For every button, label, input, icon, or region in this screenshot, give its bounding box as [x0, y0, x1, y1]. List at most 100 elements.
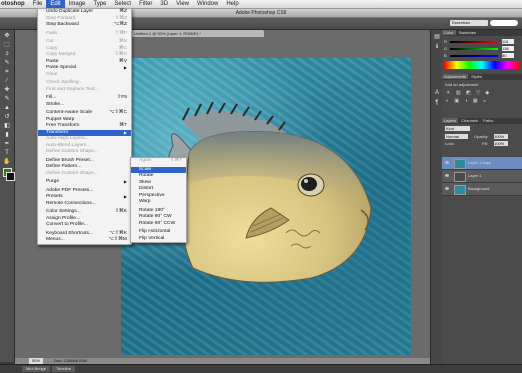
menu-image[interactable]: Image [65, 0, 90, 8]
menu-item-label: Assign Profile... [46, 215, 80, 221]
shortcut-label: ⇧⌘T [170, 158, 182, 163]
menu-item-label: Again [139, 158, 152, 163]
gradient-tool-icon[interactable]: ▮ [3, 132, 11, 139]
menu-item-remote-connections[interactable]: Remote Connections... [38, 201, 131, 208]
healing-tool-icon[interactable]: ✚ [3, 87, 11, 94]
eyedropper-tool-icon[interactable]: ⁄ [3, 78, 11, 85]
menu-item-label: Presets [46, 194, 63, 199]
move-tool-icon[interactable]: ✥ [3, 33, 11, 40]
app-menu[interactable]: otoshop [0, 0, 29, 8]
type-tool-icon[interactable]: T [3, 150, 11, 157]
layer-row[interactable]: Layer 1 copy [442, 157, 522, 170]
color-spectrum[interactable] [444, 61, 520, 69]
red-value[interactable]: 116 [502, 39, 514, 44]
adjustments-panel-tabs: Adjustments Styles [442, 74, 522, 80]
menu-item-label: Rotate 180° [139, 207, 165, 213]
menu-3d[interactable]: 3D [156, 0, 172, 8]
menu-filter[interactable]: Filter [135, 0, 156, 8]
blue-slider[interactable] [450, 55, 498, 57]
green-slider[interactable] [450, 48, 498, 50]
workspace-switcher[interactable]: Essentials [450, 20, 488, 26]
menu-item-label: Free Transform [46, 123, 80, 128]
pen-tool-icon[interactable]: ✒ [3, 141, 11, 148]
adjustment-icons-row-2[interactable]: ◐ ▣ ◑ ▦ ◒ [446, 98, 516, 104]
crop-tool-icon[interactable]: ⌗ [3, 69, 11, 76]
brush-tool-icon[interactable]: ✎ [3, 96, 11, 103]
search-field[interactable] [490, 20, 518, 26]
history-brush-tool-icon[interactable]: ↺ [3, 114, 11, 121]
menu-type[interactable]: Type [89, 0, 110, 8]
menu-item-convert-to-profile[interactable]: Convert to Profile... [38, 222, 131, 229]
background-color-swatch[interactable] [6, 172, 15, 181]
menu-item-rotate-90-ccw[interactable]: Rotate 90° CCW [131, 221, 186, 228]
tools-panel: ✥ ⬚ ↄ ✎ ⌗ ⁄ ✚ ✎ ▲ ↺ ◧ ▮ ✒ T ✋ [0, 30, 15, 362]
history-panel-icon[interactable]: ▤ [433, 34, 441, 41]
menu-item-label: Distort [139, 186, 154, 191]
quick-select-tool-icon[interactable]: ✎ [3, 60, 11, 67]
paragraph-panel-icon[interactable]: ¶ [433, 100, 441, 107]
menu-item-label: Color Settings... [46, 209, 81, 214]
menu-item-label: Define Brush Preset... [46, 157, 94, 163]
menu-item-label: Copy Merged [46, 52, 76, 57]
menu-item-stroke[interactable]: Stroke... [38, 102, 131, 109]
shortcut-label: ⇧⌘F [115, 30, 127, 36]
layer-thumbnail [454, 159, 466, 169]
tab-swatches[interactable]: Swatches [457, 30, 478, 35]
menu-item-again: Again ⇧⌘T [131, 158, 186, 165]
menu-item-label: Rotate [139, 173, 154, 178]
blend-mode-select[interactable]: Normal [445, 134, 468, 139]
visibility-eye-icon[interactable] [445, 161, 449, 164]
menu-help[interactable]: Help [222, 0, 242, 8]
rgb-label-r: R [444, 39, 447, 44]
adjustment-icons-row[interactable]: ☀ ▥ ◩ ▽ ◆ [446, 90, 516, 96]
rgb-label-b: B [444, 53, 447, 58]
blue-value[interactable]: 80 [502, 53, 514, 58]
tab-adjustments[interactable]: Adjustments [442, 74, 469, 79]
layer-row[interactable]: Layer 1 [442, 170, 522, 183]
menu-item-label: Perspective [139, 192, 165, 198]
menu-item-label: Undo Duplicate Layer [46, 9, 94, 14]
opacity-field[interactable]: 100% [494, 134, 508, 139]
hand-tool-icon[interactable]: ✋ [3, 159, 11, 166]
document-tab[interactable]: Untitled-1 @ 50% (Layer 1, RGB/8*) * [130, 30, 264, 37]
tab-channels[interactable]: Channels [459, 118, 480, 123]
tab-paths[interactable]: Paths [481, 118, 495, 123]
eraser-tool-icon[interactable]: ◧ [3, 123, 11, 130]
menu-select[interactable]: Select [110, 0, 135, 8]
marquee-tool-icon[interactable]: ⬚ [3, 42, 11, 49]
opacity-label: Opacity: [474, 134, 489, 139]
visibility-eye-icon[interactable] [445, 174, 449, 177]
menu-view[interactable]: View [172, 0, 193, 8]
menu-edit[interactable]: Edit [46, 0, 65, 8]
adjustments-label: Add an adjustment [445, 82, 479, 87]
red-slider[interactable] [450, 41, 498, 43]
tab-timeline[interactable]: Timeline [52, 366, 75, 372]
menu-item-warp[interactable]: Warp [131, 199, 186, 206]
menu-item-fade: Fade... ⇧⌘F [38, 31, 131, 38]
tab-styles[interactable]: Styles [469, 74, 484, 79]
visibility-eye-icon[interactable] [445, 187, 449, 190]
menu-item-flip-vertical[interactable]: Flip Vertical [131, 236, 186, 243]
tab-mini-bridge[interactable]: Mini Bridge [22, 366, 51, 372]
stamp-tool-icon[interactable]: ▲ [3, 105, 11, 112]
green-value[interactable]: 136 [502, 46, 514, 51]
menu-item-label: Paste Special [46, 65, 76, 70]
menu-item-label: Content-Aware Scale [46, 110, 93, 115]
menu-file[interactable]: File [29, 0, 47, 8]
menu-item-purge[interactable]: Purge ▶ [38, 179, 131, 186]
layers-panel-tabs: Layers Channels Paths [442, 118, 522, 124]
menu-window[interactable]: Window [193, 0, 222, 8]
layer-row[interactable]: Background [442, 183, 522, 196]
kind-filter[interactable]: Kind [445, 126, 470, 131]
menu-item-label: Check Spelling... [46, 80, 83, 85]
character-panel-icon[interactable]: A [433, 90, 441, 97]
lasso-tool-icon[interactable]: ↄ [3, 51, 11, 58]
tab-color[interactable]: Color [442, 30, 456, 35]
menu-item-step-backward[interactable]: Step Backward ⌥⌘Z [38, 22, 131, 29]
menu-item-menus[interactable]: Menus... ⌥⇧⌘M [38, 237, 131, 244]
properties-panel-icon[interactable]: ℹ [433, 44, 441, 51]
tab-layers[interactable]: Layers [442, 118, 459, 123]
layer-thumbnail [454, 172, 466, 182]
fill-field[interactable]: 100% [494, 141, 508, 146]
menu-item-clear: Clear [38, 72, 131, 79]
